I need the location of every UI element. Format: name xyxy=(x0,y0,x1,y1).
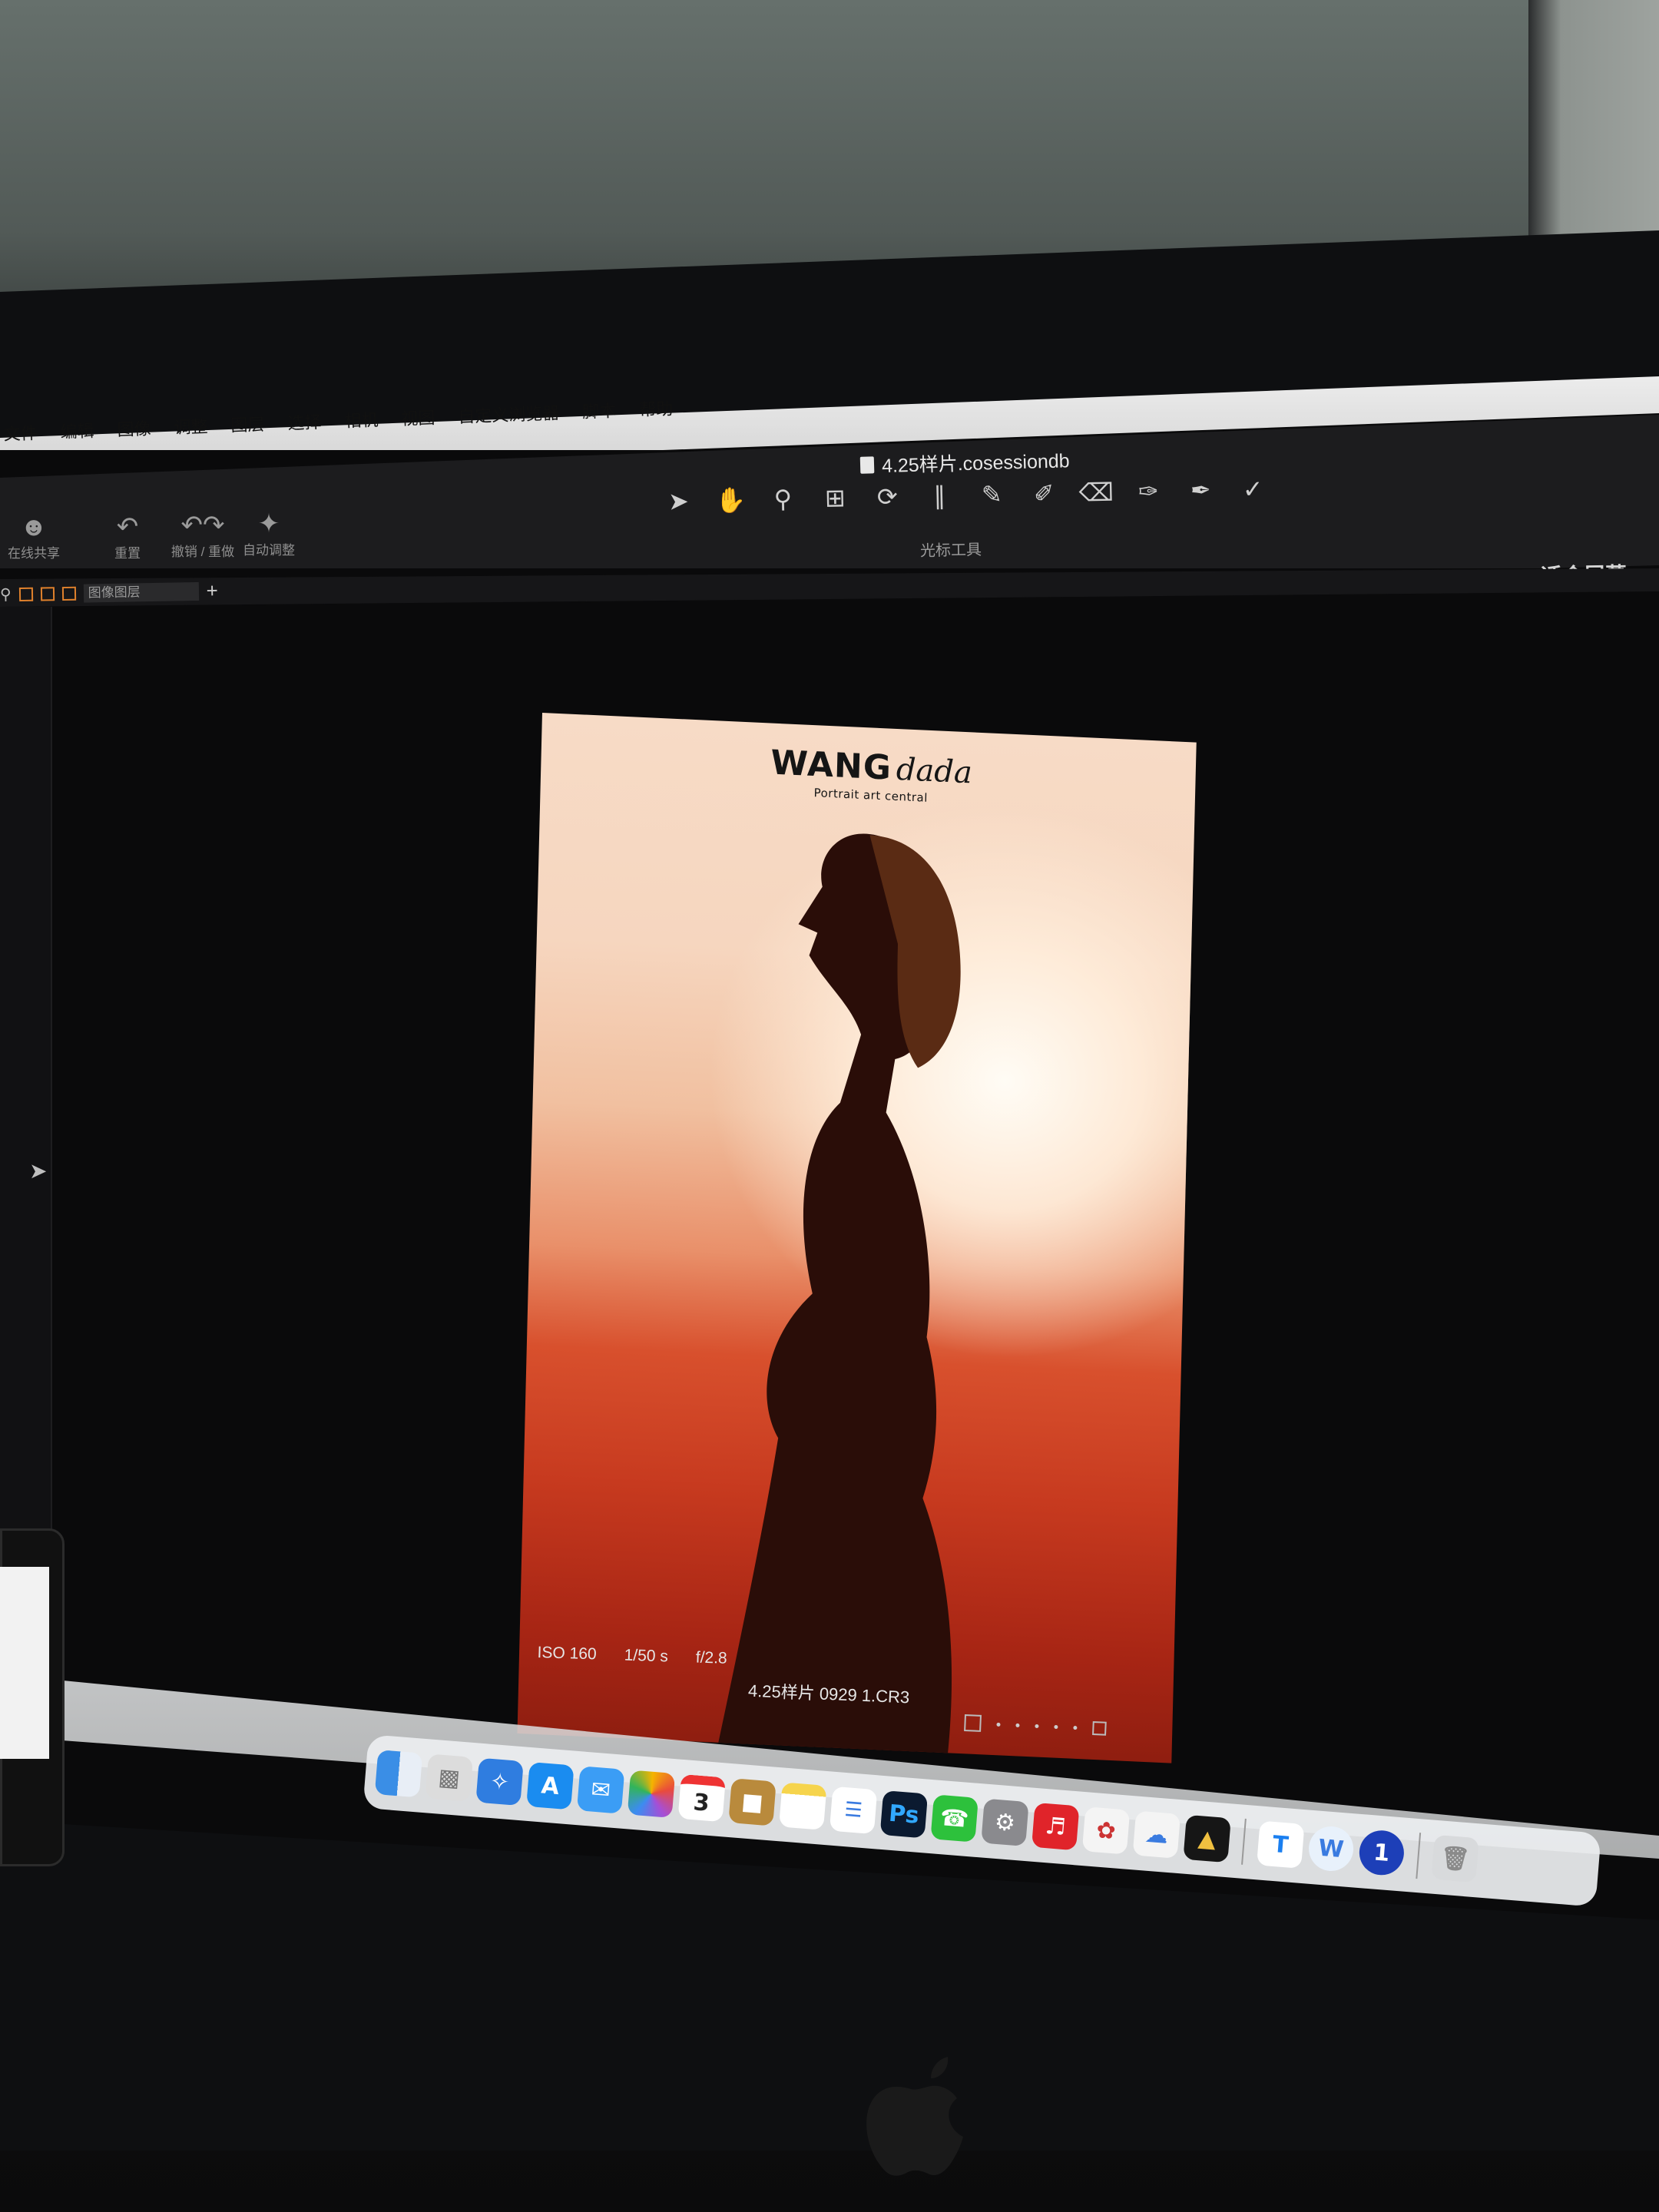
app-icon[interactable]: ▲ xyxy=(1183,1814,1231,1863)
photoshop-icon[interactable]: Ps xyxy=(879,1790,929,1839)
notes-icon[interactable] xyxy=(779,1782,827,1830)
frame-dot[interactable] xyxy=(1035,1724,1039,1728)
window-title-text: 4.25样片.cosessiondb xyxy=(881,450,1070,478)
keystone-icon[interactable]: ∥ xyxy=(922,481,958,511)
mouse-pointer-icon: ➤ xyxy=(29,1159,48,1183)
auto-adjust-button[interactable]: ✦ 自动调整 xyxy=(238,508,300,558)
aperture-value: f/2.8 xyxy=(695,1648,728,1667)
grid-view-icon[interactable] xyxy=(18,587,33,601)
safari-icon[interactable]: ✧ xyxy=(475,1757,524,1806)
menu-camera[interactable]: 相机 xyxy=(344,406,379,439)
color-picker-icon[interactable]: ✎ xyxy=(974,479,1010,509)
finder-icon[interactable] xyxy=(374,1750,423,1798)
zoom-icon[interactable]: ⚲ xyxy=(765,484,801,514)
launchpad-icon[interactable]: ▩ xyxy=(425,1753,474,1802)
app-icon[interactable]: ✿ xyxy=(1081,1806,1131,1855)
iso-value: ISO 160 xyxy=(537,1644,598,1664)
calendar-icon[interactable]: 3 xyxy=(677,1773,726,1823)
share-online-label: 在线共享 xyxy=(8,546,60,561)
layer-controls: ⚲ 图像图层 + xyxy=(0,579,218,607)
rotate-icon[interactable]: ⟳ xyxy=(869,482,906,512)
gradient-mask-icon[interactable]: ✑ xyxy=(1131,476,1167,506)
mail-icon[interactable]: ✉ xyxy=(576,1766,625,1814)
frame-dot[interactable] xyxy=(1073,1725,1078,1730)
left-tool-panel xyxy=(0,607,52,1567)
brush-icon[interactable]: ✐ xyxy=(1026,478,1062,508)
baidu-netdisk-icon[interactable]: ☁ xyxy=(1132,1810,1181,1859)
undo-redo-icon: ↶↷ xyxy=(180,511,225,540)
dock-separator xyxy=(1241,1818,1247,1865)
frame-box-icon[interactable] xyxy=(964,1714,982,1732)
menu-layer[interactable]: 图层 xyxy=(230,411,266,443)
document-icon xyxy=(859,456,875,474)
reset-label: 重置 xyxy=(114,546,141,561)
menu-view[interactable]: 视图 xyxy=(401,404,436,436)
single-view-icon[interactable] xyxy=(40,586,55,601)
frame-dot[interactable] xyxy=(1015,1723,1020,1727)
dock-separator xyxy=(1416,1833,1422,1879)
onepassword-icon[interactable]: 1 xyxy=(1357,1829,1406,1877)
magic-wand-icon: ✦ xyxy=(257,509,280,538)
auto-adjust-label: 自动调整 xyxy=(243,543,295,558)
menu-script[interactable]: 脚本 xyxy=(582,397,618,429)
frame-dot[interactable] xyxy=(996,1722,1001,1727)
frame-dot[interactable] xyxy=(1054,1724,1058,1729)
menu-custom-browser[interactable]: 自定义浏览器 xyxy=(458,399,560,434)
folder-icon[interactable]: ■ xyxy=(728,1778,777,1826)
wall-edge xyxy=(1528,0,1659,246)
undo-redo-button[interactable]: ↶↷ 撤销 / 重做 xyxy=(164,510,241,560)
eye-icon[interactable] xyxy=(61,586,76,601)
select-pointer-icon[interactable]: ➤ xyxy=(661,486,697,516)
stroke-icon[interactable]: ✒ xyxy=(1183,475,1219,505)
menu-select[interactable]: 选择 xyxy=(287,409,323,441)
photo-preview[interactable]: WANG dada Portrait art central xyxy=(517,713,1197,1763)
shutter-value: 1/50 s xyxy=(624,1646,669,1666)
phone-screen xyxy=(0,1567,49,1759)
brand-main: WANG xyxy=(770,743,892,788)
netease-music-icon[interactable]: ♬ xyxy=(1031,1802,1080,1851)
wechat-icon[interactable]: ☎ xyxy=(930,1794,979,1843)
brand-script: dada xyxy=(896,751,973,791)
app-icon[interactable]: W xyxy=(1306,1824,1356,1873)
pan-hand-icon[interactable]: ✋ xyxy=(713,485,749,515)
photos-icon[interactable] xyxy=(627,1770,676,1818)
apple-logo xyxy=(866,2057,963,2176)
eraser-icon[interactable]: ⌫ xyxy=(1078,478,1114,508)
image-layer-select[interactable]: 图像图层 xyxy=(83,581,199,603)
menu-adjust[interactable]: 调整 xyxy=(174,413,209,445)
add-layer-button[interactable]: + xyxy=(206,579,218,603)
people-icon: ☻ xyxy=(20,512,48,541)
pen-icon[interactable]: ✓ xyxy=(1235,474,1271,504)
reset-icon: ↶ xyxy=(116,512,139,541)
window-title: 4.25样片.cosessiondb xyxy=(859,445,1070,479)
watermark: WANG dada Portrait art central xyxy=(756,743,988,808)
menu-image[interactable]: 图像 xyxy=(117,415,152,447)
app-icon[interactable]: T xyxy=(1257,1820,1305,1869)
share-online-button[interactable]: ☻ 在线共享 xyxy=(3,512,65,561)
reminders-icon[interactable]: ☰ xyxy=(829,1786,878,1835)
undo-redo-label: 撤销 / 重做 xyxy=(171,545,235,559)
reset-button[interactable]: ↶ 重置 xyxy=(97,512,158,561)
app-store-icon[interactable]: A xyxy=(526,1761,575,1810)
frame-grid-icon[interactable] xyxy=(1092,1720,1107,1736)
system-preferences-icon[interactable]: ⚙ xyxy=(981,1798,1029,1847)
menu-help[interactable]: 帮助 xyxy=(639,395,674,427)
portrait-silhouette xyxy=(717,833,961,1761)
search-icon[interactable]: ⚲ xyxy=(0,584,12,604)
cursor-tools-label: 光标工具 xyxy=(919,541,982,560)
crop-icon[interactable]: ⊞ xyxy=(817,483,853,513)
menu-file[interactable]: 文件 xyxy=(3,419,38,452)
trash-icon[interactable]: 🗑 xyxy=(1431,1834,1479,1883)
menu-edit[interactable]: 编辑 xyxy=(60,417,95,449)
